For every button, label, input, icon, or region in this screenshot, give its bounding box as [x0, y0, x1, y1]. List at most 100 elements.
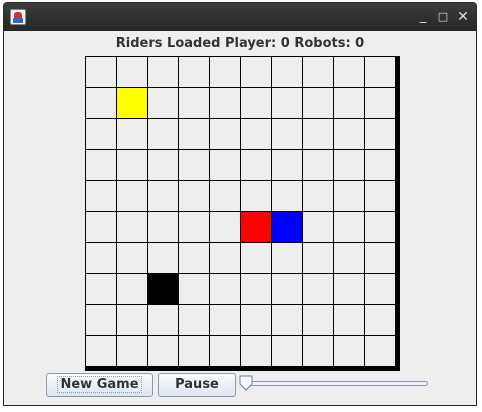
board-cell[interactable] — [210, 274, 240, 304]
board-cell[interactable] — [272, 57, 302, 87]
board-cell[interactable] — [148, 181, 178, 211]
board-piece[interactable] — [241, 212, 271, 242]
speed-slider-thumb[interactable] — [239, 375, 253, 391]
board-piece[interactable] — [148, 274, 178, 304]
board-cell[interactable] — [117, 212, 147, 242]
board-cell[interactable] — [365, 212, 395, 242]
board-cell[interactable] — [334, 336, 364, 366]
board-cell[interactable] — [210, 119, 240, 149]
board-cell[interactable] — [272, 181, 302, 211]
board-cell[interactable] — [179, 119, 209, 149]
board-cell[interactable] — [241, 305, 271, 335]
title-bar[interactable]: _ □ ✕ — [4, 3, 476, 31]
board-cell[interactable] — [117, 119, 147, 149]
board-cell[interactable] — [303, 305, 333, 335]
board-cell[interactable] — [148, 243, 178, 273]
board-cell[interactable] — [334, 150, 364, 180]
board-cell[interactable] — [117, 181, 147, 211]
board-cell[interactable] — [210, 212, 240, 242]
board-cell[interactable] — [210, 243, 240, 273]
board-cell[interactable] — [272, 274, 302, 304]
board-cell[interactable] — [117, 305, 147, 335]
minimize-button[interactable]: _ — [414, 8, 432, 26]
board-cell[interactable] — [117, 150, 147, 180]
board-cell[interactable] — [241, 119, 271, 149]
board-cell[interactable] — [86, 243, 116, 273]
board-cell[interactable] — [303, 57, 333, 87]
board-cell[interactable] — [272, 305, 302, 335]
board-cell[interactable] — [179, 88, 209, 118]
board-cell[interactable] — [334, 119, 364, 149]
board-cell[interactable] — [334, 88, 364, 118]
new-game-button[interactable]: New Game — [46, 373, 153, 397]
board-cell[interactable] — [86, 212, 116, 242]
board-cell[interactable] — [303, 274, 333, 304]
board-cell[interactable] — [148, 88, 178, 118]
board-cell[interactable] — [148, 150, 178, 180]
board-cell[interactable] — [303, 88, 333, 118]
board-cell[interactable] — [117, 336, 147, 366]
board-cell[interactable] — [303, 336, 333, 366]
pause-button[interactable]: Pause — [158, 373, 236, 397]
board-cell[interactable] — [365, 336, 395, 366]
board-cell[interactable] — [210, 57, 240, 87]
maximize-button[interactable]: □ — [434, 8, 452, 26]
board-cell[interactable] — [86, 119, 116, 149]
board-cell[interactable] — [117, 57, 147, 87]
board-cell[interactable] — [365, 150, 395, 180]
board-cell[interactable] — [148, 57, 178, 87]
board-piece[interactable] — [272, 212, 302, 242]
board-cell[interactable] — [365, 88, 395, 118]
board-cell[interactable] — [179, 181, 209, 211]
board-cell[interactable] — [334, 212, 364, 242]
board-cell[interactable] — [179, 212, 209, 242]
board-cell[interactable] — [334, 181, 364, 211]
board-cell[interactable] — [86, 336, 116, 366]
board-cell[interactable] — [86, 150, 116, 180]
board-cell[interactable] — [365, 119, 395, 149]
board-cell[interactable] — [272, 336, 302, 366]
board-cell[interactable] — [210, 150, 240, 180]
board-cell[interactable] — [365, 274, 395, 304]
board-cell[interactable] — [241, 274, 271, 304]
board-cell[interactable] — [210, 181, 240, 211]
board-cell[interactable] — [241, 336, 271, 366]
board-cell[interactable] — [179, 243, 209, 273]
board-cell[interactable] — [303, 243, 333, 273]
board-cell[interactable] — [117, 274, 147, 304]
board-cell[interactable] — [272, 150, 302, 180]
board-cell[interactable] — [86, 274, 116, 304]
board-cell[interactable] — [148, 336, 178, 366]
board-cell[interactable] — [86, 181, 116, 211]
board-cell[interactable] — [210, 88, 240, 118]
board-cell[interactable] — [303, 212, 333, 242]
board-cell[interactable] — [334, 305, 364, 335]
board-cell[interactable] — [86, 57, 116, 87]
board-cell[interactable] — [334, 274, 364, 304]
board-cell[interactable] — [86, 88, 116, 118]
board-cell[interactable] — [179, 305, 209, 335]
board-cell[interactable] — [272, 88, 302, 118]
speed-slider-track[interactable] — [242, 381, 428, 386]
board-cell[interactable] — [303, 150, 333, 180]
board-cell[interactable] — [241, 57, 271, 87]
board-cell[interactable] — [241, 243, 271, 273]
board-cell[interactable] — [303, 119, 333, 149]
board-cell[interactable] — [241, 181, 271, 211]
board-cell[interactable] — [179, 336, 209, 366]
board-piece[interactable] — [117, 88, 147, 118]
board-cell[interactable] — [334, 57, 364, 87]
board-cell[interactable] — [365, 305, 395, 335]
board-cell[interactable] — [241, 88, 271, 118]
board-cell[interactable] — [179, 274, 209, 304]
board-cell[interactable] — [272, 243, 302, 273]
board-cell[interactable] — [86, 305, 116, 335]
board-cell[interactable] — [365, 243, 395, 273]
board-cell[interactable] — [334, 243, 364, 273]
game-board[interactable] — [85, 56, 400, 371]
board-cell[interactable] — [117, 243, 147, 273]
board-cell[interactable] — [365, 57, 395, 87]
board-cell[interactable] — [303, 181, 333, 211]
board-cell[interactable] — [179, 150, 209, 180]
board-cell[interactable] — [272, 119, 302, 149]
